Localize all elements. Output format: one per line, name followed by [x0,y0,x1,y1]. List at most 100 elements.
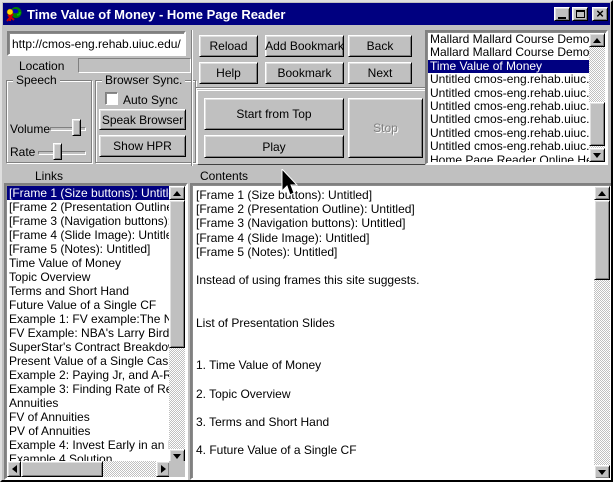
page-list-item[interactable]: Mallard Mallard Course Demo - S [428,46,589,59]
speak-browser-button[interactable]: Speak Browser [99,109,186,130]
link-list-item[interactable]: Example 4: Invest Early in an IRA [7,438,169,452]
link-list-item[interactable]: FV of Annuities [7,410,169,424]
window-title: Time Value of Money - Home Page Reader [27,7,552,22]
links-hscrollbar[interactable] [7,461,170,477]
page-list-item[interactable]: Untitled cmos-eng.rehab.uiuc.edu [428,127,589,140]
auto-sync-label: Auto Sync [123,93,178,107]
link-list-item[interactable]: Example 1: FV example:The NBA [7,312,169,326]
link-list-item[interactable]: Topic Overview [7,270,169,284]
contents-line [196,344,590,358]
vertical-separator [191,30,193,166]
link-list-item[interactable]: PV of Annuities [7,424,169,438]
page-list-item[interactable]: Home Page Reader Online Help [428,154,589,162]
contents-scrollbar[interactable] [594,186,610,479]
arrow-right-icon [161,465,166,473]
close-button[interactable]: × [592,7,608,21]
scrollbar-thumb[interactable] [589,102,605,146]
contents-label: Contents [200,169,248,183]
page-list-item[interactable]: Untitled cmos-eng.rehab.uiuc.edu [428,87,589,100]
speech-legend: Speech [13,73,60,87]
page-list-item[interactable]: Untitled cmos-eng.rehab.uiuc.edu [428,140,589,153]
browser-sync-legend: Browser Sync. [102,73,185,87]
playback-panel: Start from Top Stop Play [197,90,428,165]
link-list-item[interactable]: SuperStar's Contract Breakdown [7,340,169,354]
contents-line: 4. Future Value of a Single CF [196,443,590,457]
scroll-down-button[interactable] [589,148,605,162]
link-list-item[interactable]: Terms and Short Hand [7,284,169,298]
pages-scrollbar[interactable] [589,33,605,162]
contents-line: List of Presentation Slides [196,316,590,330]
link-list-item[interactable]: Present Value of a Single Cash F [7,354,169,368]
scroll-left-button[interactable] [7,461,21,477]
horizontal-separator [196,87,428,89]
scrollbar-thumb[interactable] [21,461,103,477]
back-button[interactable]: Back [348,35,412,57]
title-bar[interactable]: Time Value of Money - Home Page Reader × [3,3,610,25]
arrow-down-icon [173,454,181,459]
minimize-button[interactable] [554,7,570,21]
links-vscrollbar[interactable] [169,186,185,463]
link-list-item[interactable]: Annuities [7,396,169,410]
home-page-reader-window: Time Value of Money - Home Page Reader ×… [0,0,613,482]
link-list-item[interactable]: [Frame 5 (Notes): Untitled] [7,242,169,256]
rate-slider-track[interactable] [38,151,86,155]
minimize-icon [558,17,566,19]
link-list-item[interactable]: Example 2: Paying Jr, and A-Rod [7,368,169,382]
reload-button[interactable]: Reload [199,35,258,57]
pages-list: Mallard Mallard Course Demo - TiMallard … [428,33,589,162]
link-list-item[interactable]: Example 3: Finding Rate of Return [7,382,169,396]
link-list-item[interactable]: Time Value of Money [7,256,169,270]
volume-label: Volume [10,122,50,136]
help-button[interactable]: Help [199,62,258,84]
link-list-item[interactable]: Example 4 Solution [7,452,169,461]
volume-slider-thumb[interactable] [72,119,81,136]
contents-line: [Frame 3 (Navigation buttons): Untitled] [196,216,590,230]
auto-sync-checkbox[interactable] [105,92,118,105]
play-button[interactable]: Play [204,135,344,158]
arrow-left-icon [12,465,17,473]
next-button[interactable]: Next [348,62,412,84]
contents-line: [Frame 1 (Size buttons): Untitled] [196,188,590,202]
arrow-down-icon [593,153,601,158]
app-icon [5,6,23,22]
scroll-up-button[interactable] [594,186,610,200]
link-list-item[interactable]: [Frame 2 (Presentation Outline): U [7,200,169,214]
scroll-up-button[interactable] [169,186,185,200]
stop-button[interactable]: Stop [348,98,423,158]
scroll-up-button[interactable] [589,33,605,47]
show-hpr-button[interactable]: Show HPR [99,135,186,157]
location-field[interactable] [78,58,191,73]
contents-text: [Frame 1 (Size buttons): Untitled][Frame… [196,188,590,476]
contents-line [196,429,590,443]
contents-line: [Frame 2 (Presentation Outline): Untitle… [196,202,590,216]
link-list-item[interactable]: [Frame 1 (Size buttons): Untitled] [7,186,169,200]
contents-line [196,259,590,273]
url-input[interactable] [7,31,186,56]
page-list-item[interactable]: Untitled cmos-eng.rehab.uiuc.edu [428,113,589,126]
scroll-down-button[interactable] [594,465,610,479]
link-list-item[interactable]: [Frame 4 (Slide Image): Untitled] [7,228,169,242]
contents-line: 3. Terms and Short Hand [196,415,590,429]
rate-label: Rate [10,145,35,159]
start-from-top-button[interactable]: Start from Top [204,98,344,130]
pages-listbox: Mallard Mallard Course Demo - TiMallard … [425,30,608,165]
contents-line [196,287,590,301]
scrollbar-thumb[interactable] [594,200,610,280]
page-list-item[interactable]: Mallard Mallard Course Demo - Ti [428,33,589,46]
add-bookmark-button[interactable]: Add Bookmark [265,35,344,57]
page-list-item[interactable]: Time Value of Money [428,60,589,73]
link-list-item[interactable]: [Frame 3 (Navigation buttons): Un [7,214,169,228]
maximize-button[interactable] [572,7,588,21]
rate-slider-thumb[interactable] [53,143,62,160]
page-list-item[interactable]: Untitled cmos-eng.rehab.uiuc.edu [428,73,589,86]
scroll-right-button[interactable] [156,461,170,477]
link-list-item[interactable]: FV Example: NBA's Larry Bird Ex [7,326,169,340]
scrollbar-thumb[interactable] [169,200,185,348]
arrow-up-icon [598,191,606,196]
page-list-item[interactable]: Untitled cmos-eng.rehab.uiuc.edu [428,100,589,113]
bookmark-button[interactable]: Bookmark [265,62,344,84]
browser-sync-group: Browser Sync. Auto Sync Speak Browser Sh… [95,80,196,163]
links-listbox: [Frame 1 (Size buttons): Untitled][Frame… [4,183,188,480]
links-list: [Frame 1 (Size buttons): Untitled][Frame… [7,186,169,461]
link-list-item[interactable]: Future Value of a Single CF [7,298,169,312]
